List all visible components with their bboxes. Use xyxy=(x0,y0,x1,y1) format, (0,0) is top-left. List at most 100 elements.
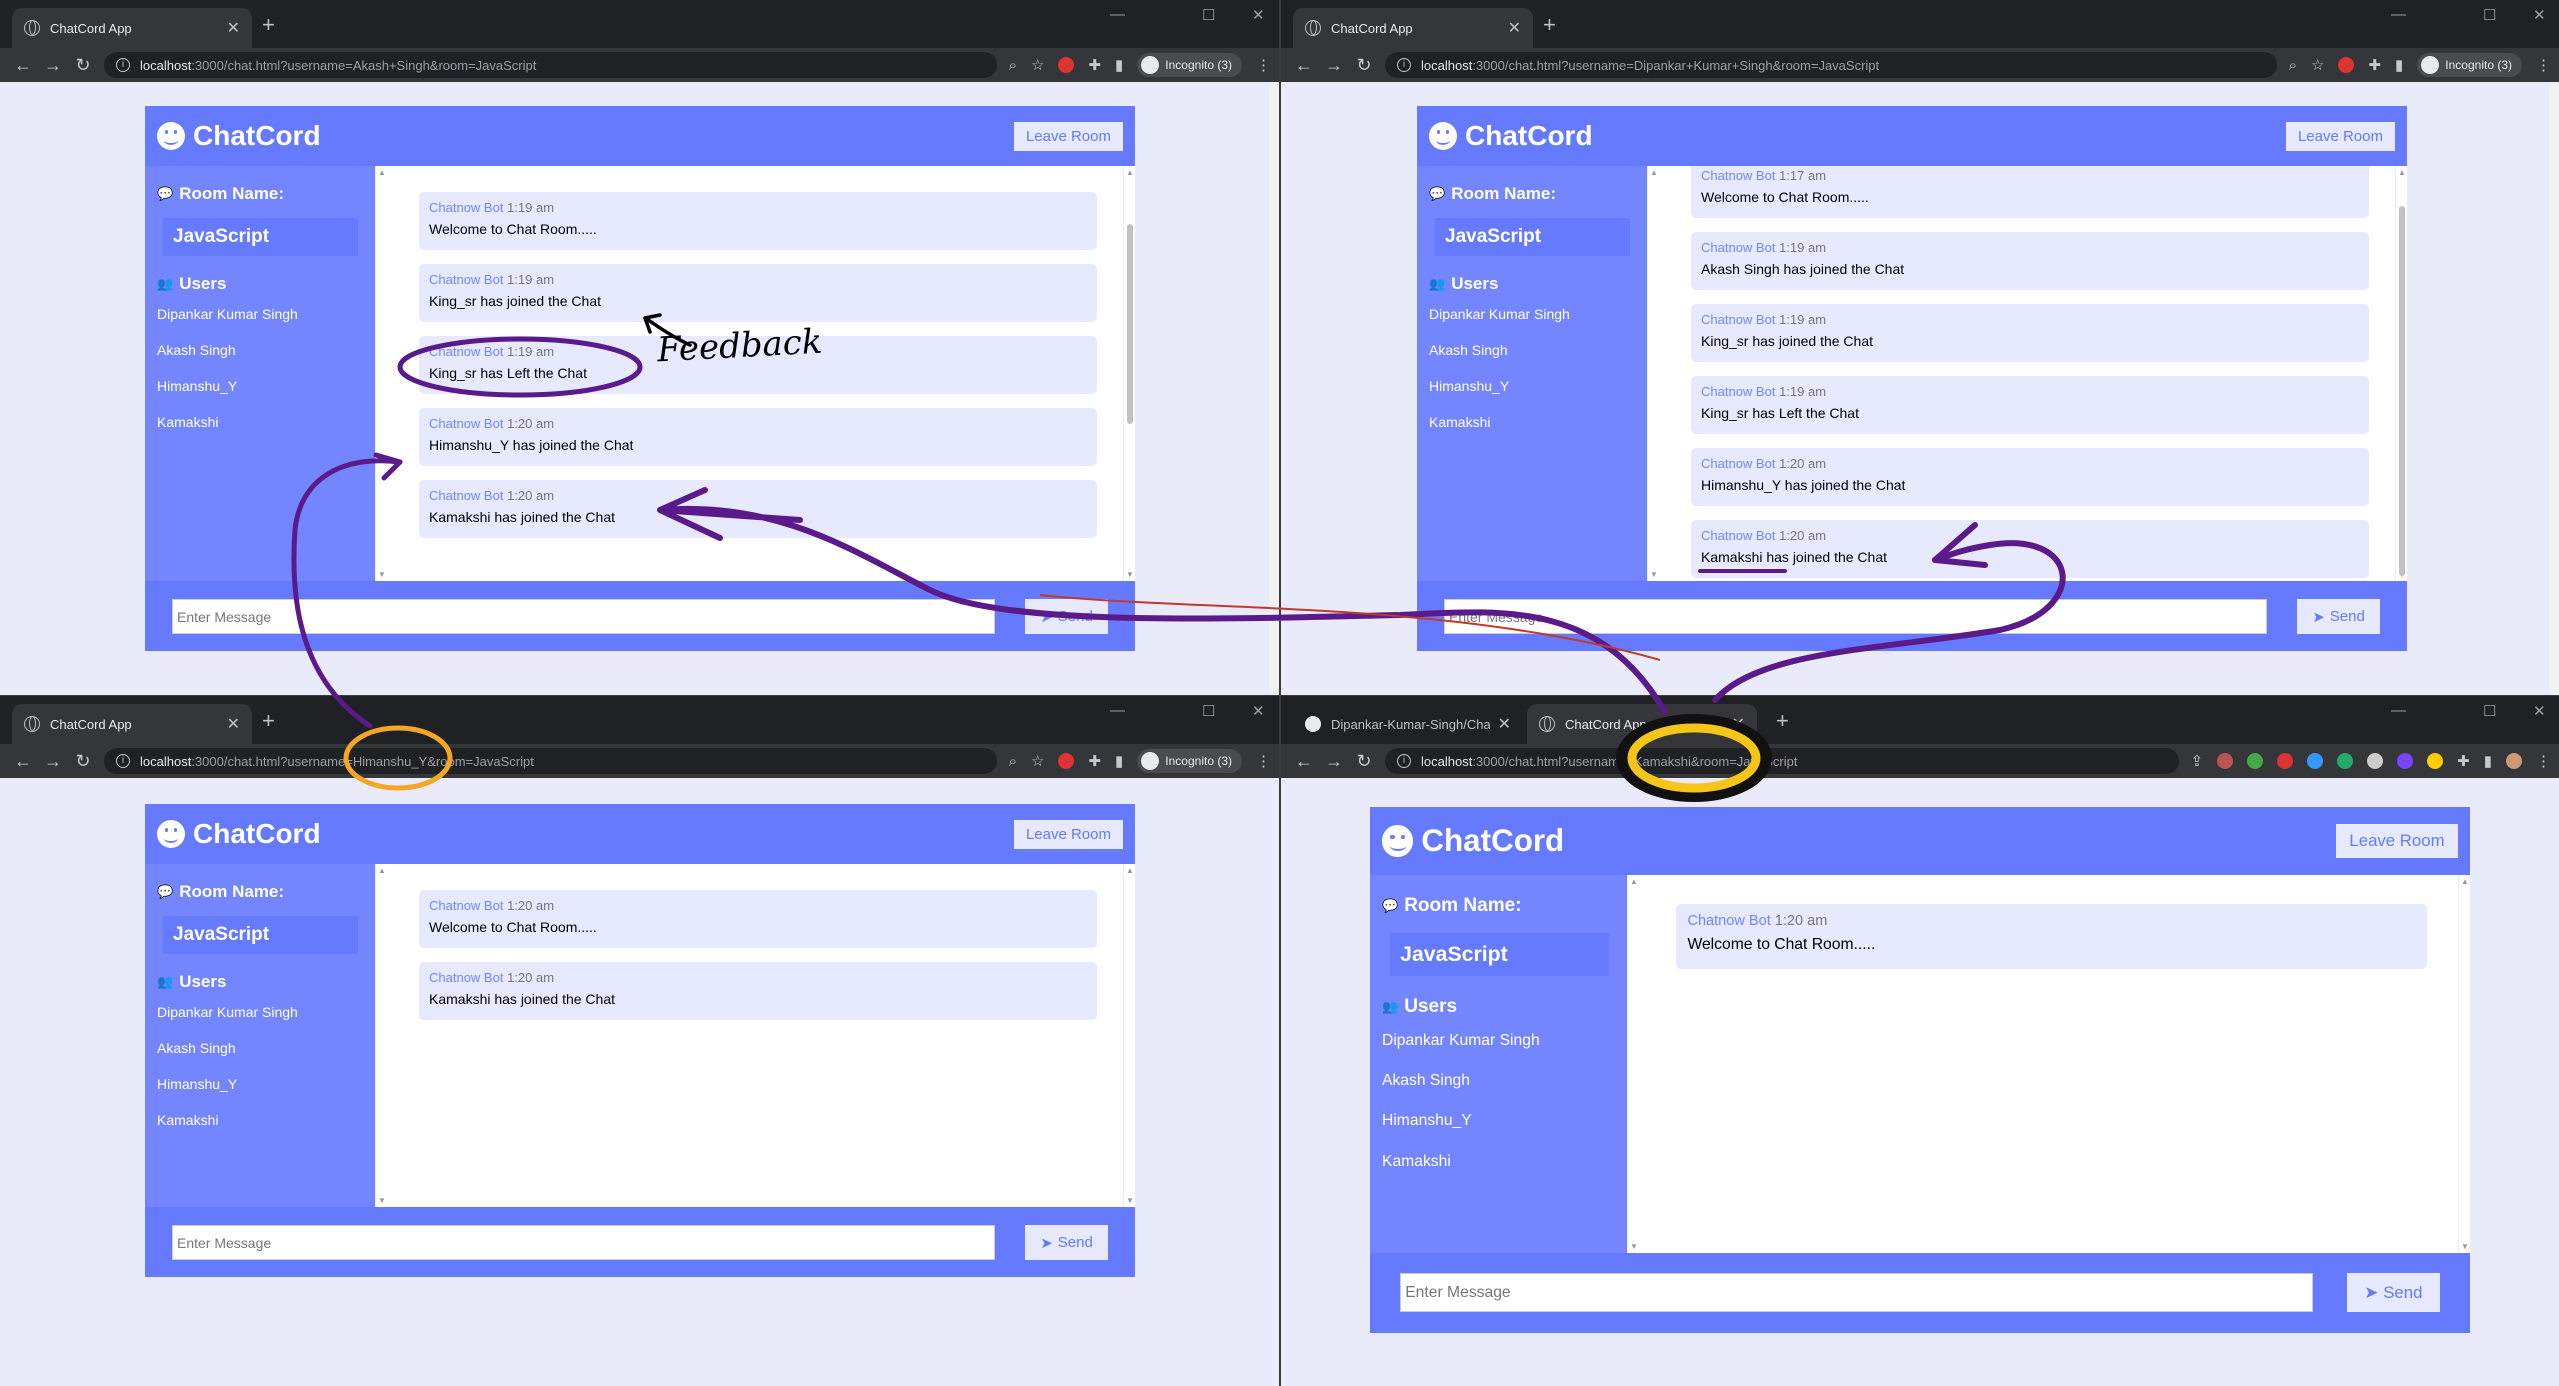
sidepanel-icon[interactable]: ▮ xyxy=(2484,752,2492,770)
leave-room-button[interactable]: Leave Room xyxy=(1013,121,1123,151)
scroll-up-arrow-icon[interactable]: ▲ xyxy=(2398,168,2406,177)
messages-scrollbar[interactable]: ▲▼ xyxy=(1123,166,1135,581)
close-window-icon[interactable]: ✕ xyxy=(1252,6,1265,24)
forward-icon[interactable]: → xyxy=(1319,55,1349,76)
ext-icon[interactable] xyxy=(1058,57,1075,73)
back-icon[interactable]: ← xyxy=(1289,55,1319,76)
puzzle-icon[interactable]: ✚ xyxy=(1088,56,1101,74)
minimize-icon[interactable]: — xyxy=(2391,702,2406,719)
scroll-up-arrow-icon[interactable]: ▲ xyxy=(1630,877,1638,886)
close-window-icon[interactable]: ✕ xyxy=(2533,6,2546,24)
messages-scrollbar[interactable]: ▲▼ xyxy=(2458,875,2470,1253)
star-icon[interactable]: ☆ xyxy=(1031,56,1044,74)
sidepanel-icon[interactable]: ▮ xyxy=(1115,56,1123,74)
address-bar[interactable]: i localhost:3000/chat.html?username=Akash… xyxy=(104,52,997,78)
forward-icon[interactable]: → xyxy=(1319,751,1349,772)
forward-icon[interactable]: → xyxy=(38,55,68,76)
scroll-down-arrow-icon[interactable]: ▼ xyxy=(1630,1242,1638,1251)
reload-icon[interactable]: ↻ xyxy=(1349,751,1379,772)
ext-icon[interactable] xyxy=(2338,57,2355,73)
scroll-thumb[interactable] xyxy=(2399,206,2405,576)
puzzle-icon[interactable]: ✚ xyxy=(2457,752,2470,770)
back-icon[interactable]: ← xyxy=(8,751,38,772)
ext-icon[interactable] xyxy=(2217,753,2234,769)
star-icon[interactable]: ☆ xyxy=(2311,56,2324,74)
messages-scrollbar[interactable]: ▲▼ xyxy=(1123,864,1135,1207)
browser-tab[interactable]: Dipankar-Kumar-Singh/Chatnow ✕ xyxy=(1293,704,1523,744)
minimize-icon[interactable]: — xyxy=(1110,702,1125,719)
send-button[interactable]: ➤ Send xyxy=(1025,1225,1108,1260)
star-icon[interactable]: ☆ xyxy=(1031,752,1044,770)
scroll-down-arrow-icon[interactable]: ▼ xyxy=(378,570,386,579)
sidepanel-icon[interactable]: ▮ xyxy=(2395,56,2403,74)
avatar[interactable] xyxy=(2506,753,2522,769)
sidebar-scrollbar[interactable]: ▲ ▼ xyxy=(1627,875,1639,1253)
incognito-badge[interactable]: Incognito (3) xyxy=(1137,53,1242,77)
sidebar-scrollbar[interactable]: ▲ ▼ xyxy=(375,166,387,581)
puzzle-icon[interactable]: ✚ xyxy=(1088,752,1101,770)
minimize-icon[interactable]: — xyxy=(2391,6,2406,23)
maximize-icon[interactable]: ☐ xyxy=(1202,6,1215,24)
browser-tab[interactable]: ChatCord App ✕ xyxy=(1293,8,1533,48)
close-tab-icon[interactable]: ✕ xyxy=(1508,18,1521,38)
back-icon[interactable]: ← xyxy=(1289,751,1319,772)
puzzle-icon[interactable]: ✚ xyxy=(2368,56,2381,74)
address-bar[interactable]: i localhost:3000/chat.html?username=Dipan… xyxy=(1385,52,2277,78)
new-tab-icon[interactable]: + xyxy=(262,14,275,36)
ext-icon[interactable] xyxy=(2367,753,2384,769)
message-input[interactable]: Enter Message xyxy=(172,1225,995,1260)
ext-icon[interactable] xyxy=(2337,753,2354,769)
close-tab-icon[interactable]: ✕ xyxy=(1498,714,1511,734)
scroll-down-arrow-icon[interactable]: ▼ xyxy=(378,1196,386,1205)
scroll-up-arrow-icon[interactable]: ▲ xyxy=(378,866,386,875)
browser-tab[interactable]: ChatCord App ✕ xyxy=(12,8,252,48)
leave-room-button[interactable]: Leave Room xyxy=(2335,824,2458,858)
maximize-icon[interactable]: ☐ xyxy=(1202,702,1215,720)
scroll-thumb[interactable] xyxy=(1127,224,1133,424)
scroll-up-arrow-icon[interactable]: ▲ xyxy=(2461,877,2469,886)
sidebar-scrollbar[interactable]: ▲ ▼ xyxy=(1647,166,1659,581)
menu-icon[interactable]: ⋮ xyxy=(1256,56,1271,74)
message-input[interactable]: Enter Message xyxy=(1444,599,2267,634)
close-tab-icon[interactable]: ✕ xyxy=(227,18,240,38)
reload-icon[interactable]: ↻ xyxy=(68,55,98,76)
forward-icon[interactable]: → xyxy=(38,751,68,772)
close-window-icon[interactable]: ✕ xyxy=(1252,702,1265,720)
reload-icon[interactable]: ↻ xyxy=(1349,55,1379,76)
page-scrollbar[interactable] xyxy=(2549,82,2559,695)
incognito-badge[interactable]: Incognito (3) xyxy=(1137,749,1242,773)
ext-icon[interactable] xyxy=(1058,753,1075,769)
maximize-icon[interactable]: ☐ xyxy=(2483,702,2496,720)
close-window-icon[interactable]: ✕ xyxy=(2533,702,2546,720)
message-input[interactable]: Enter Message xyxy=(172,599,995,634)
incognito-badge[interactable]: Incognito (3) xyxy=(2417,53,2522,77)
ext-icon[interactable] xyxy=(2427,753,2444,769)
scroll-up-arrow-icon[interactable]: ▲ xyxy=(1126,866,1134,875)
page-scrollbar[interactable] xyxy=(1269,82,1279,695)
send-button[interactable]: ➤ Send xyxy=(1025,599,1108,634)
ext-icon[interactable] xyxy=(2277,753,2294,769)
new-tab-icon[interactable]: + xyxy=(1543,14,1556,36)
scroll-down-arrow-icon[interactable]: ▼ xyxy=(1126,570,1134,579)
site-info-icon[interactable]: i xyxy=(116,58,130,72)
scroll-down-arrow-icon[interactable]: ▼ xyxy=(2461,1242,2469,1251)
close-tab-icon[interactable]: ✕ xyxy=(227,714,240,734)
browser-tab[interactable]: ChatCord App ✕ xyxy=(1527,704,1757,744)
menu-icon[interactable]: ⋮ xyxy=(2536,752,2551,770)
ext-icon[interactable] xyxy=(2397,753,2414,769)
share-icon[interactable]: ⇪ xyxy=(2191,752,2204,770)
sidebar-scrollbar[interactable]: ▲ ▼ xyxy=(375,864,387,1207)
zoom-icon[interactable]: ⌕ xyxy=(1009,753,1017,770)
reload-icon[interactable]: ↻ xyxy=(68,751,98,772)
address-bar[interactable]: i localhost:3000/chat.html?username=Kamak… xyxy=(1385,748,2179,774)
scroll-down-arrow-icon[interactable]: ▼ xyxy=(1650,570,1658,579)
new-tab-icon[interactable]: + xyxy=(1776,710,1789,732)
maximize-icon[interactable]: ☐ xyxy=(2483,6,2496,24)
scroll-up-arrow-icon[interactable]: ▲ xyxy=(1650,168,1658,177)
send-button[interactable]: ➤ Send xyxy=(2297,599,2380,634)
menu-icon[interactable]: ⋮ xyxy=(1256,752,1271,770)
zoom-icon[interactable]: ⌕ xyxy=(1009,57,1017,74)
ext-icon[interactable] xyxy=(2307,753,2324,769)
minimize-icon[interactable]: — xyxy=(1110,6,1125,23)
sidepanel-icon[interactable]: ▮ xyxy=(1115,752,1123,770)
